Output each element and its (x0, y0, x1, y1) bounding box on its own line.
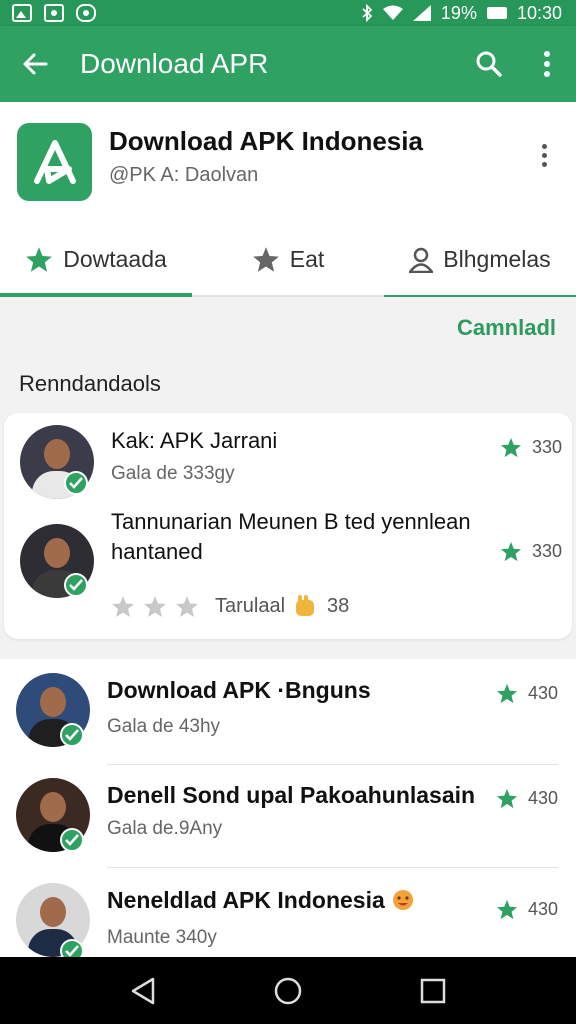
item-rating: 330 (500, 437, 562, 458)
search-icon (476, 51, 502, 77)
star-icon (500, 437, 521, 458)
star-outline-icon (112, 595, 134, 617)
circle-home-icon (274, 977, 302, 1004)
nav-home-button[interactable] (258, 961, 318, 1021)
item-rating: 430 (496, 899, 558, 920)
tab-members[interactable]: Blhgmelas (384, 224, 576, 297)
star-icon (500, 541, 521, 562)
section-title: Renndandaols (19, 371, 161, 396)
square-recents-icon (421, 978, 446, 1003)
battery-percent: 19% (440, 2, 477, 23)
rating-label: Tarulaal (215, 594, 286, 617)
app-bar-title: Download APR (80, 48, 269, 79)
search-button[interactable] (460, 26, 518, 102)
star-icon (496, 788, 517, 809)
item-subtitle: Gala de 43hy (107, 716, 221, 737)
rating-value: 330 (531, 437, 562, 457)
verified-badge-icon (60, 723, 84, 747)
item-rating: 430 (496, 788, 558, 809)
item-subtitle: Gala de.9Any (107, 818, 223, 839)
rating-value: 430 (527, 899, 558, 919)
bluetooth-icon (362, 4, 373, 22)
item-subtitle: Maunte 340y (107, 927, 217, 948)
tab-label: Eat (289, 246, 325, 272)
back-button[interactable] (0, 26, 70, 102)
nav-recents-button[interactable] (403, 961, 463, 1021)
image-notification-icon (12, 4, 32, 22)
rating-value: 330 (531, 541, 562, 561)
app-more-button[interactable] (530, 140, 558, 170)
status-bar: 19% 10:30 (0, 0, 576, 26)
app-bar: Download APR (0, 26, 576, 102)
verified-badge-icon (64, 573, 88, 597)
item-title: Neneldlad APK Indonesia (107, 887, 415, 914)
rating-value: 430 (527, 788, 558, 808)
wifi-icon (382, 5, 403, 20)
triangle-back-icon (131, 977, 154, 1004)
arrow-left-icon (23, 53, 48, 75)
pin-star-icon (252, 247, 279, 272)
item-rating: 430 (496, 683, 558, 704)
divider (107, 764, 558, 765)
item-rating: 330 (500, 541, 562, 562)
app-name: Download APK Indonesia (109, 126, 423, 156)
divider (107, 867, 558, 868)
star-icon (496, 683, 517, 704)
person-icon (409, 247, 434, 273)
featured-card: Kak: APK Jarrani Gala de 333gy 330 Tannu… (4, 413, 572, 639)
app-notification-icon (44, 4, 64, 22)
rating-count: 38 (327, 594, 350, 617)
message-notification-icon (76, 4, 96, 22)
overflow-menu-button[interactable] (518, 26, 576, 102)
item-title: Denell Sond upal Pakoahunlasain (107, 782, 476, 808)
star-icon (496, 899, 517, 920)
app-list: Download APK ·Bnguns Gala de 43hy 430 De… (0, 659, 576, 959)
item-title: Download APK ·Bnguns (107, 677, 371, 703)
nav-back-button[interactable] (113, 961, 173, 1021)
tab-eat[interactable]: Eat (192, 224, 384, 295)
system-nav-bar (0, 957, 576, 1024)
hand-icon (296, 595, 315, 616)
battery-icon (486, 7, 507, 19)
clock: 10:30 (516, 2, 562, 23)
item-title: Kak: APK Jarrani (111, 428, 278, 453)
status-icons: 19% 10:30 (361, 3, 562, 24)
tab-downloads[interactable]: Dowtaada (0, 224, 192, 297)
item-subtitle: Gala de 333gy (111, 463, 235, 484)
signal-icon (412, 5, 431, 21)
tab-label: Dowtaada (63, 246, 167, 272)
app-header: Download APK Indonesia @PK A: Daolvan Do… (0, 102, 576, 297)
verified-badge-icon (64, 471, 88, 495)
star-icon (26, 247, 53, 272)
star-outline-icon (176, 595, 198, 617)
notification-icons (12, 4, 96, 22)
rating-value: 430 (527, 683, 558, 703)
app-logo-icon (17, 123, 92, 201)
verified-badge-icon (60, 939, 84, 959)
tab-bar: Dowtaada Eat Blhgmelas (0, 224, 576, 297)
app-developer: @PK A: Daolvan (109, 164, 259, 186)
emoji-icon (393, 890, 414, 910)
rating-stars-row: Tarulaal 38 (111, 594, 349, 618)
more-vertical-icon (544, 51, 550, 77)
star-outline-icon (144, 595, 166, 617)
item-title: Tannunarian Meunen B ted yennlean hantan… (111, 509, 471, 564)
download-link[interactable]: Camnladl (457, 315, 556, 341)
verified-badge-icon (60, 828, 84, 852)
tab-label: Blhgmelas (443, 246, 551, 272)
